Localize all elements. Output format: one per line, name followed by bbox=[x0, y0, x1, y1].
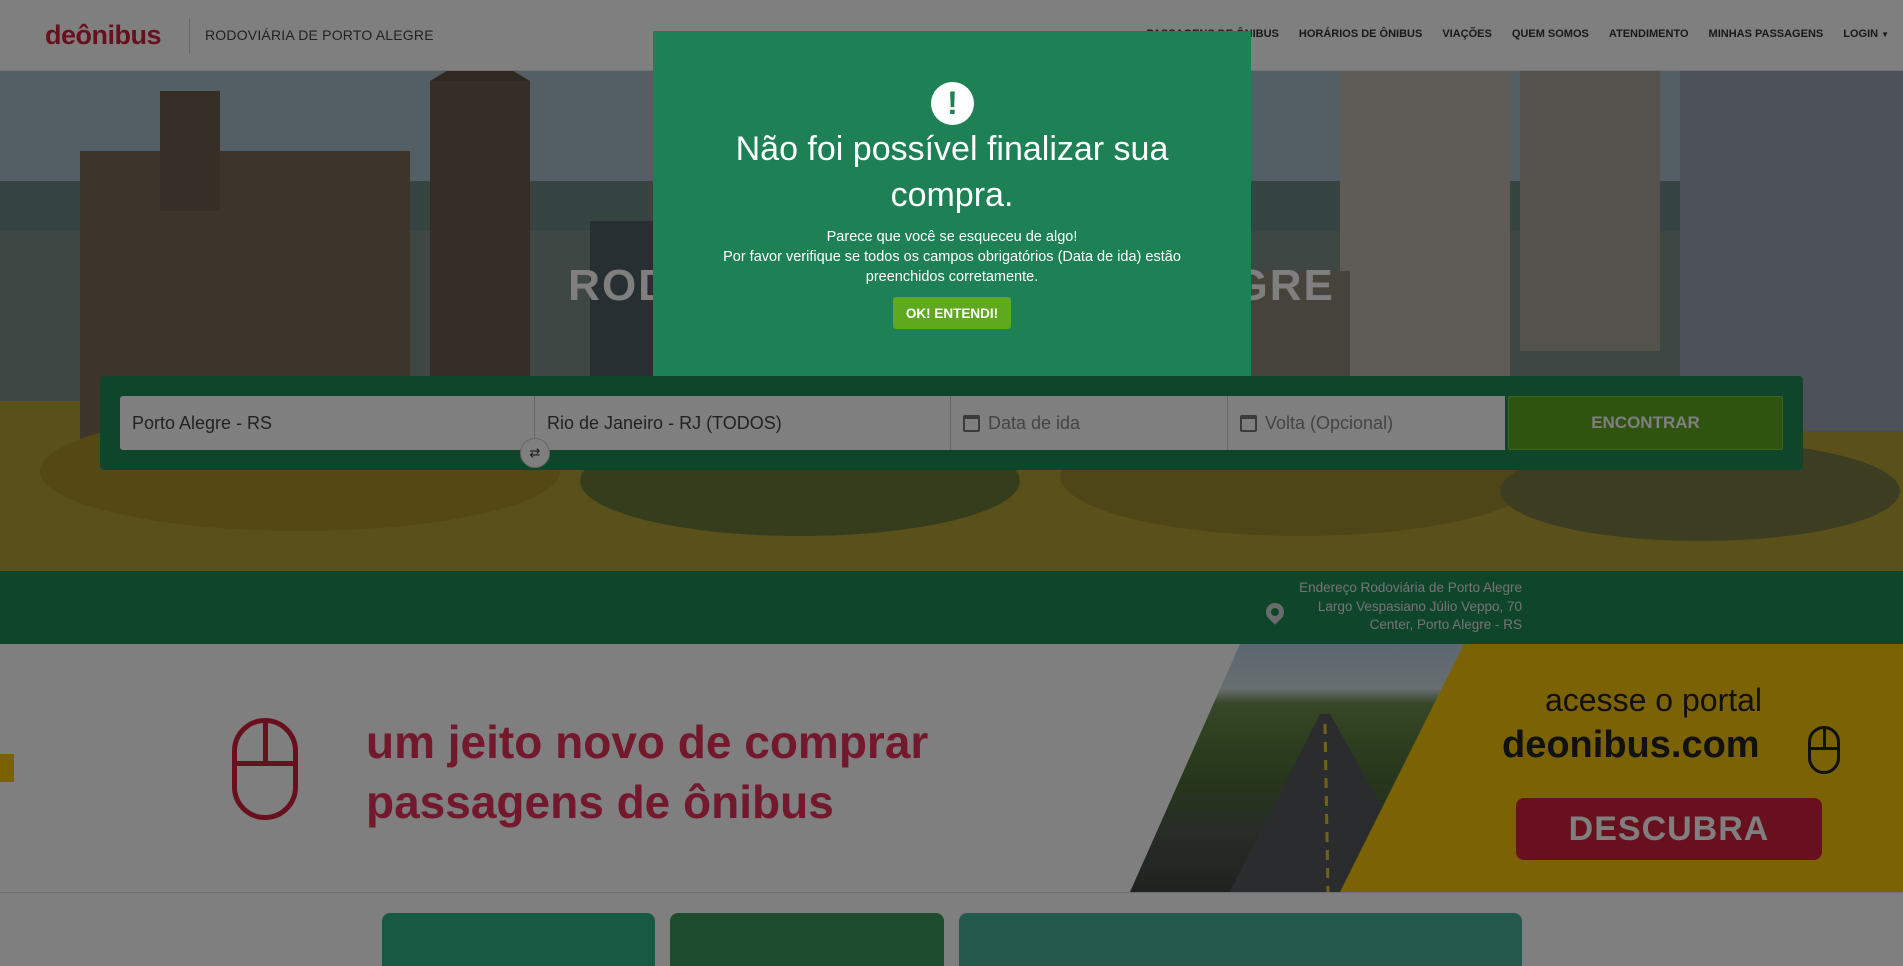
alert-icon: ! bbox=[931, 82, 974, 125]
error-dialog: ! Não foi possível finalizar sua compra.… bbox=[653, 31, 1251, 376]
dialog-title: Não foi possível finalizar sua compra. bbox=[735, 130, 1169, 214]
ok-button[interactable]: OK! ENTENDI! bbox=[893, 297, 1011, 329]
dialog-message-line-1: Parece que você se esqueceu de algo! bbox=[826, 229, 1078, 245]
dialog-message-line-2: Por favor verifique se todos os campos o… bbox=[723, 249, 1181, 285]
dialog-message: Parece que você se esqueceu de algo! Por… bbox=[693, 227, 1211, 287]
